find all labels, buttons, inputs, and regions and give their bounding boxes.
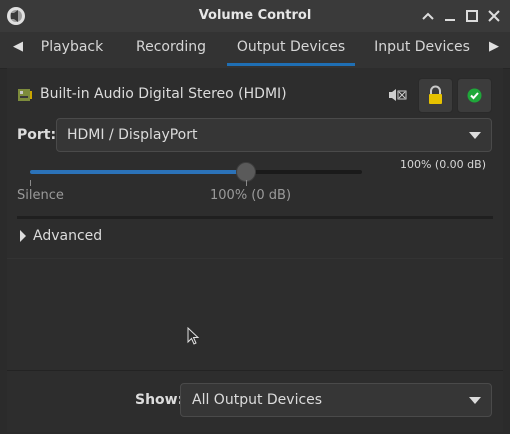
silence-tick (30, 180, 31, 186)
footer-divider (7, 370, 503, 371)
unity-mark-label: 100% (0 dB) (210, 188, 292, 203)
port-select-value: HDMI / DisplayPort (67, 127, 198, 143)
lock-button[interactable] (418, 78, 453, 113)
show-label: Show: (135, 392, 184, 408)
minimize-icon[interactable] (418, 6, 438, 26)
tab-scroll-right-icon[interactable]: ▶ (484, 32, 504, 62)
checkmark-icon (467, 88, 482, 103)
tab-output-devices[interactable]: Output Devices (232, 32, 350, 66)
close-button[interactable] (484, 6, 504, 26)
active-tab-indicator (227, 63, 355, 66)
separator (17, 216, 493, 219)
unity-tick (246, 180, 247, 186)
chevron-right-icon (20, 230, 26, 242)
speaker-mute-icon[interactable] (386, 86, 408, 104)
lock-icon (429, 85, 442, 104)
show-select-value: All Output Devices (192, 392, 323, 408)
minimize-button[interactable] (440, 6, 460, 26)
advanced-expander[interactable]: Advanced (17, 227, 107, 247)
port-label: Port: (17, 127, 57, 143)
show-chevron-down-icon (469, 397, 481, 404)
volume-slider-fill (30, 170, 246, 174)
tab-input-devices[interactable]: Input Devices (374, 32, 470, 66)
chevron-down-icon (469, 132, 481, 139)
divider (7, 258, 503, 259)
advanced-label: Advanced (33, 228, 103, 244)
maximize-button[interactable] (462, 6, 482, 26)
tab-recording[interactable]: Recording (132, 32, 210, 66)
silence-label: Silence (17, 188, 64, 203)
audio-card-icon (17, 87, 33, 103)
set-default-button[interactable] (457, 78, 492, 113)
device-name: Built-in Audio Digital Stereo (HDMI) (40, 86, 287, 102)
volume-slider-handle[interactable] (235, 162, 256, 182)
tab-scroll-left-icon[interactable]: ◀ (8, 32, 28, 62)
tab-playback[interactable]: Playback (36, 32, 108, 66)
mouse-cursor-icon (187, 326, 201, 347)
volume-readout: 100% (0.00 dB) (399, 158, 486, 171)
